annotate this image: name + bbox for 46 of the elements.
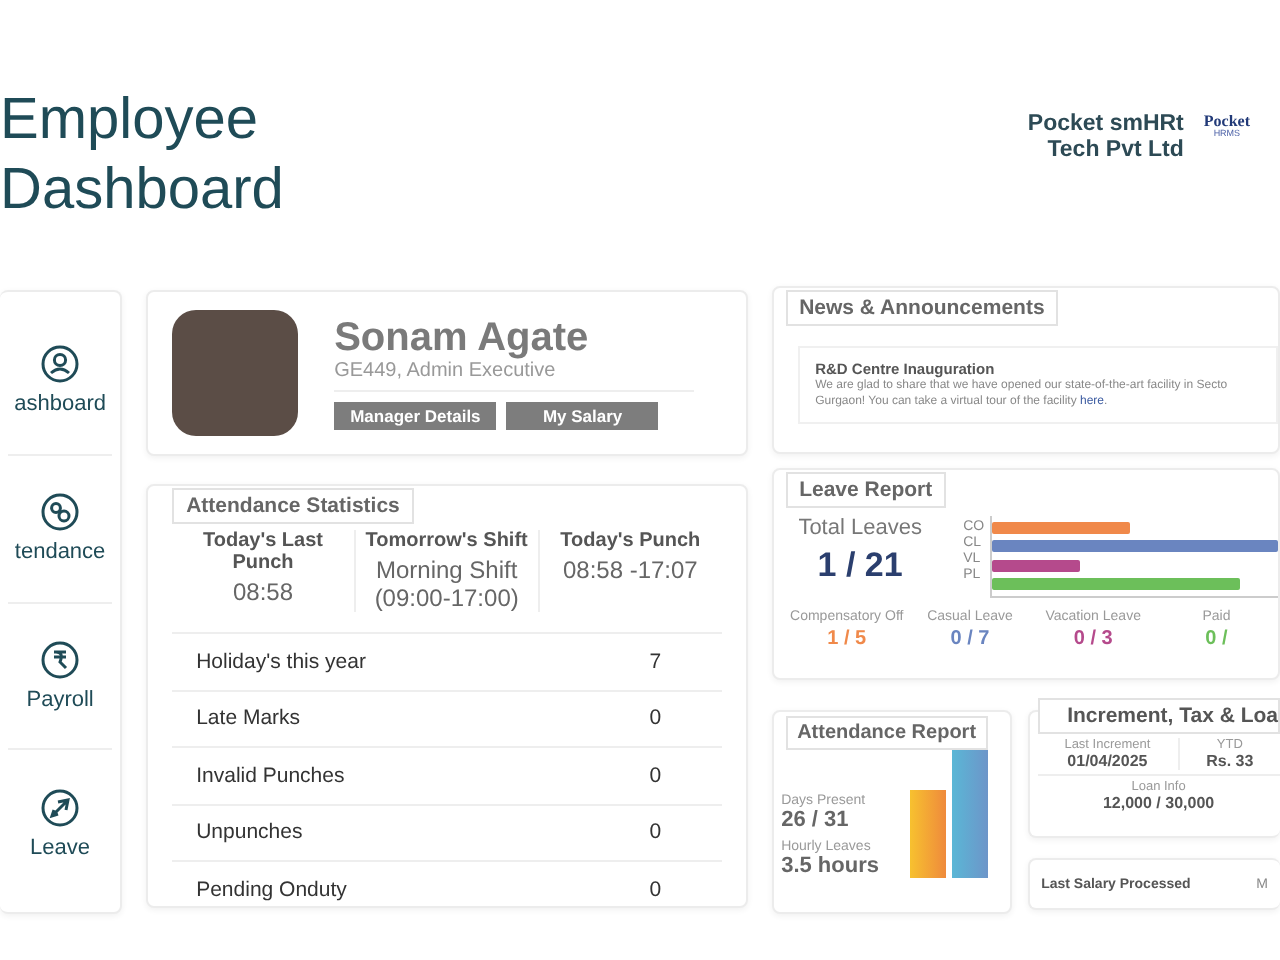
rupee-icon bbox=[40, 639, 81, 680]
total-leaves-label: Total Leaves bbox=[796, 516, 924, 540]
photo-placeholder bbox=[172, 310, 299, 436]
punch-value: 08:58 bbox=[230, 578, 296, 606]
punch-label: Tomorrow's Shift bbox=[363, 530, 530, 552]
stat-value: 0 bbox=[649, 877, 662, 902]
company-name: Pocket smHRt Tech Pvt Ltd bbox=[1027, 112, 1184, 164]
sidebar-item[interactable]: tendance bbox=[8, 455, 113, 603]
info-value: 12,000 / 30,000 bbox=[1100, 794, 1217, 812]
profile-button[interactable]: My Salary bbox=[506, 402, 659, 430]
stat-label: Late Marks bbox=[196, 706, 301, 731]
punch-value: Morning Shift (09:00-17:00) bbox=[372, 556, 521, 612]
stat-value: 0 bbox=[649, 706, 662, 731]
profile-button[interactable]: Manager Details bbox=[334, 402, 497, 430]
sidebar-item[interactable]: Payroll bbox=[8, 603, 113, 751]
leave-count: 0 / bbox=[1203, 628, 1230, 650]
stat-value: 0 bbox=[649, 820, 662, 845]
info-value: Rs. 33 bbox=[1204, 752, 1256, 770]
punch-label: Today's Punch bbox=[558, 530, 703, 552]
employee-details: GE449, Admin Executive bbox=[334, 360, 695, 392]
stat-label: Invalid Punches bbox=[196, 763, 345, 788]
bar-chart-drawing bbox=[905, 750, 990, 878]
employee-name: Sonam Agate bbox=[334, 316, 591, 360]
stat-value: 7 bbox=[649, 649, 662, 674]
sidebar-item[interactable]: Leave bbox=[8, 750, 113, 896]
page-title: Employee Dashboard bbox=[0, 86, 284, 226]
section-title: Increment, Tax & Loa bbox=[1037, 698, 1280, 734]
leave-count: 0 / 3 bbox=[1071, 628, 1115, 650]
punch-value: 08:58 -17:07 bbox=[560, 556, 700, 584]
person-icon bbox=[40, 344, 81, 385]
sidebar-item[interactable]: ashboard bbox=[8, 308, 113, 456]
section-title: News & Announcements bbox=[785, 290, 1059, 326]
section-title: Attendance Statistics bbox=[172, 488, 414, 524]
stat-label: Unpunches bbox=[196, 820, 303, 845]
stat-label: Pending Onduty bbox=[196, 877, 347, 902]
section-title: Attendance Report bbox=[785, 716, 989, 750]
section-title: Leave Report bbox=[785, 472, 947, 508]
stat-value: 3.5 hours bbox=[781, 854, 879, 878]
stat-label: Holiday's this year bbox=[196, 649, 366, 674]
leave-count: 0 / 7 bbox=[948, 628, 992, 650]
total-leaves-value: 1 / 21 bbox=[815, 546, 905, 586]
punch-label: Today's Last Punch bbox=[201, 530, 325, 574]
leave-count: 1 / 5 bbox=[825, 628, 869, 650]
stat-value: 0 bbox=[649, 763, 662, 788]
info-value: 01/04/2025 bbox=[1065, 752, 1150, 770]
stat-value: 26 / 31 bbox=[781, 808, 851, 832]
